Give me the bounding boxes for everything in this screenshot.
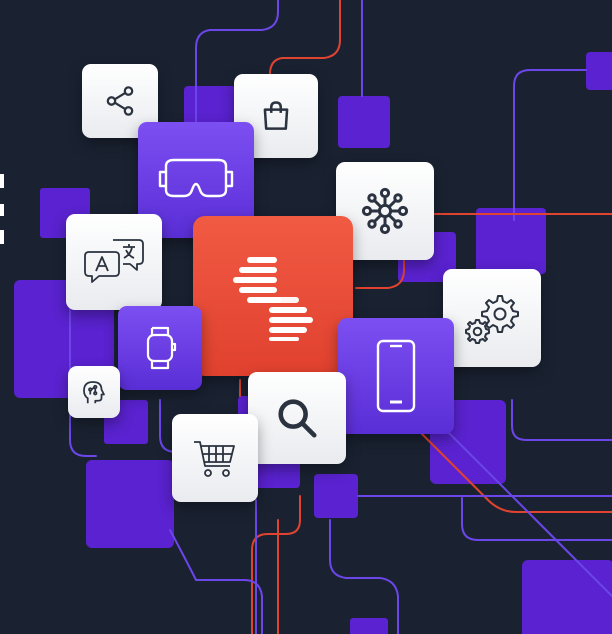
smartwatch-icon [146, 326, 177, 370]
shopping-cart-icon [194, 441, 235, 477]
smartwatch-tile[interactable] [118, 306, 202, 390]
translate-icon [84, 239, 144, 283]
search-icon [278, 399, 317, 438]
translate-tile[interactable] [66, 214, 162, 310]
settings-tile[interactable] [443, 269, 541, 367]
shopping-cart-tile[interactable] [172, 414, 258, 502]
vr-headset-icon [158, 158, 234, 198]
smartphone-icon [376, 339, 416, 413]
brand-logo [233, 257, 313, 341]
illustration-canvas [0, 0, 612, 634]
smartphone-tile[interactable] [338, 318, 454, 434]
shopping-bag-icon [263, 101, 289, 130]
search-tile[interactable] [248, 372, 346, 464]
brand-logo-tile [193, 216, 353, 376]
ai-head-icon [83, 381, 105, 404]
ai-head-tile[interactable] [68, 366, 120, 418]
gear-icon [465, 295, 519, 344]
network-hub-icon [361, 187, 409, 235]
share-icon [106, 86, 134, 116]
